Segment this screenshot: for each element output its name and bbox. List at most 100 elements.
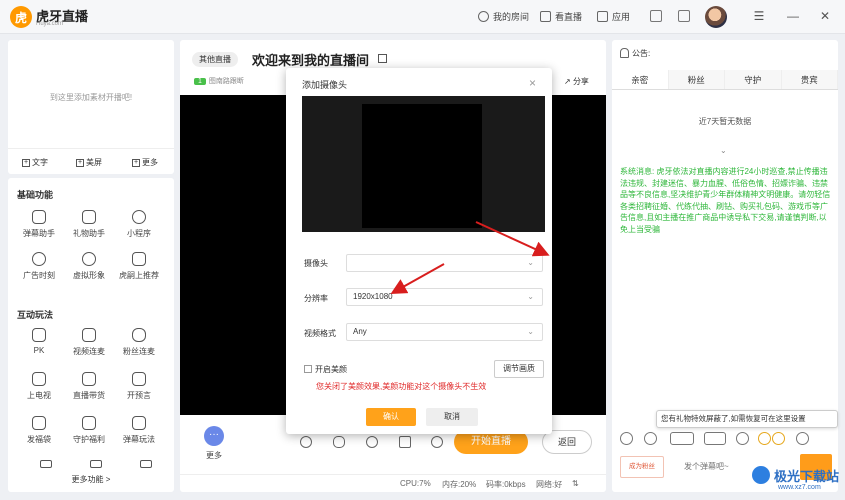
mini-program-icon	[132, 210, 146, 224]
tool-pk[interactable]: PK	[16, 328, 62, 355]
video-format-label: 视频格式	[304, 329, 336, 338]
camera-select[interactable]: ⌄	[346, 254, 543, 272]
gift-icon	[82, 210, 96, 224]
no-data-text: 近7天暂无数据	[698, 117, 752, 126]
more-functions-button[interactable]: 更多功能 >	[8, 474, 174, 485]
nav-apps[interactable]: 应用	[597, 10, 630, 23]
tool-label: 直播带货	[73, 391, 105, 400]
camera-icon[interactable]	[399, 436, 411, 448]
adjust-quality-button[interactable]: 调节画质	[494, 360, 544, 378]
trophy-icon	[132, 372, 146, 386]
palette-icon[interactable]	[736, 432, 749, 445]
emoji-icon[interactable]	[620, 432, 633, 445]
add-more-label: 更多	[142, 158, 158, 167]
sticker-icon[interactable]	[644, 432, 657, 445]
level-text: 图南路跟断	[208, 78, 244, 85]
tool-danmu-game[interactable]: 弹幕玩法	[116, 416, 162, 445]
tab-fans[interactable]: 粉丝	[668, 70, 725, 89]
status-bar: CPU:7% 内存:20% 码率:0kbps 网络:好 ⇅	[180, 474, 606, 492]
extra-tool-icon[interactable]	[140, 460, 152, 468]
tool-live-shop[interactable]: 直播带货	[66, 372, 112, 401]
face-icon[interactable]	[772, 432, 785, 445]
calendar-icon[interactable]	[678, 10, 690, 22]
room-title: 欢迎来到我的直播间	[252, 53, 370, 68]
tab-vip[interactable]: 贵宾	[781, 70, 838, 89]
resolution-select[interactable]: 1920x1080 ⌄	[346, 288, 543, 306]
edit-icon[interactable]	[378, 54, 387, 63]
confirm-button[interactable]: 确认	[366, 408, 416, 426]
play-icon	[540, 11, 551, 22]
category-tag[interactable]: 其他直播	[192, 52, 238, 67]
settings-icon[interactable]	[796, 432, 809, 445]
close-window-button[interactable]: ✕	[818, 9, 832, 23]
danmu-icon	[32, 210, 46, 224]
cancel-button[interactable]: 取消	[426, 408, 478, 426]
tool-label: 开预言	[127, 391, 151, 400]
extra-tool-icon[interactable]	[90, 460, 102, 468]
nav-watch-live[interactable]: 看直播	[540, 10, 582, 23]
tool-video-link[interactable]: 视频连麦	[66, 328, 112, 357]
gift-bar-icon[interactable]	[670, 432, 694, 445]
tool-prediction[interactable]: 开预言	[116, 372, 162, 401]
network-stat: 网络:好	[536, 480, 563, 489]
smile-icon[interactable]	[758, 432, 771, 445]
bell-icon	[620, 48, 629, 58]
gift-effect-tooltip[interactable]: 您有礼物特效屏蔽了,如需恢复可在这里设置	[656, 410, 838, 428]
microphone-icon[interactable]	[333, 436, 345, 448]
lucky-bag-icon	[32, 416, 46, 430]
become-fan-button[interactable]: 成为粉丝	[620, 456, 664, 478]
expand-icon[interactable]: ⇅	[572, 479, 579, 488]
nav-my-room[interactable]: 我的房间	[478, 10, 529, 23]
top-bar: 虎 虎牙直播 Huya.com 我的房间 看直播 应用 ☰ — ✕	[0, 0, 845, 34]
source-panel: 到这里添加素材开播吧! + 文字 + 美屏 + 更多	[8, 40, 174, 174]
add-more-button[interactable]: + 更多	[132, 157, 158, 168]
add-text-button[interactable]: + 文字	[22, 157, 48, 168]
recommend-icon	[132, 252, 146, 266]
user-avatar[interactable]	[705, 6, 727, 28]
tool-danmu-assistant[interactable]: 弹幕助手	[16, 210, 62, 239]
beauty-checkbox[interactable]	[304, 365, 312, 373]
beauty-label: 开启美颜	[315, 365, 347, 374]
shop-icon	[82, 372, 96, 386]
extra-tool-icon[interactable]	[40, 460, 52, 468]
video-format-select[interactable]: Any ⌄	[346, 323, 543, 341]
minimize-button[interactable]: —	[786, 9, 800, 23]
tool-mini-program[interactable]: 小程序	[116, 210, 162, 239]
tool-guard-welfare[interactable]: 守护福利	[66, 416, 112, 445]
add-screen-button[interactable]: + 美屏	[76, 157, 102, 168]
video-format-value: Any	[353, 327, 367, 336]
camera-preview-frame	[362, 104, 482, 228]
pk-icon	[32, 328, 46, 342]
add-source-bar: + 文字 + 美屏 + 更多	[8, 148, 174, 174]
settings-icon[interactable]	[431, 436, 443, 448]
chevron-down-icon[interactable]: ⌄	[720, 146, 727, 155]
fan-bar-icon[interactable]	[704, 432, 726, 445]
tool-label: 视频连麦	[73, 347, 105, 356]
menu-icon[interactable]: ☰	[752, 9, 766, 23]
tool-label: 虚拟形象	[73, 271, 105, 280]
tool-recommend[interactable]: 虎嗣上推荐	[116, 252, 162, 281]
home-icon	[478, 11, 489, 22]
message-icon[interactable]	[650, 10, 662, 22]
emoji-icon[interactable]	[300, 436, 312, 448]
more-options-button[interactable]: ···	[204, 426, 224, 446]
tool-label: 守护福利	[73, 435, 105, 444]
eye-icon[interactable]	[366, 436, 378, 448]
guard-icon	[82, 416, 96, 430]
rank-tabs: 亲密 粉丝 守护 贵宾	[612, 70, 838, 90]
tab-intimate[interactable]: 亲密	[612, 70, 669, 89]
tool-ad-time[interactable]: 广告时刻	[16, 252, 62, 281]
tool-lucky-bag[interactable]: 发福袋	[16, 416, 62, 445]
basic-functions-title: 基础功能	[17, 190, 54, 200]
tool-fan-link[interactable]: 粉丝连麦	[116, 328, 162, 357]
tool-virtual-avatar[interactable]: 虚拟形象	[66, 252, 112, 281]
close-icon[interactable]: ×	[529, 76, 536, 90]
chevron-down-icon: ⌄	[527, 292, 534, 301]
interactive-title: 互动玩法	[17, 310, 54, 320]
tool-on-tv[interactable]: 上电视	[16, 372, 62, 401]
cpu-stat: CPU:7%	[400, 479, 431, 488]
tool-gift-assistant[interactable]: 礼物助手	[66, 210, 112, 239]
tool-label: 发福袋	[27, 435, 51, 444]
tab-guard[interactable]: 守护	[725, 70, 782, 89]
share-button[interactable]: ↗ 分享	[564, 76, 589, 87]
